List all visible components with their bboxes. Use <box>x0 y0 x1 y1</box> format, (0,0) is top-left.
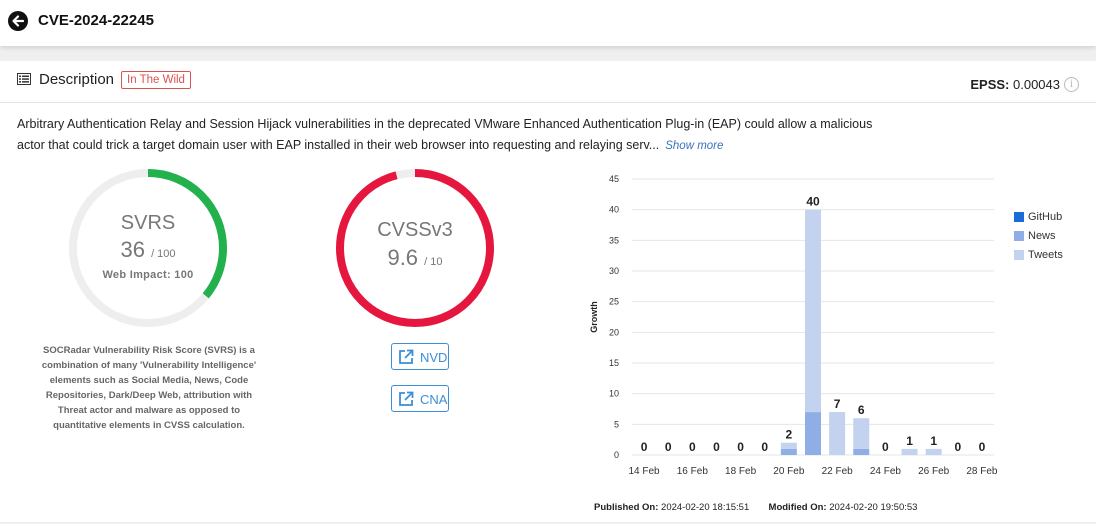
nvd-label: NVD <box>420 350 448 365</box>
svrs-score-value: 36 <box>120 237 145 262</box>
svrs-title: SVRS <box>120 212 176 234</box>
bar-news <box>853 448 870 455</box>
date-info: Published On: 2024-02-20 18:15:51 Modifi… <box>594 502 917 513</box>
web-impact: Web Impact: 100 <box>102 269 194 281</box>
y-tick-label: 45 <box>609 174 619 184</box>
cve-card: Description In The Wild EPSS: 0.00043 i … <box>0 61 1096 522</box>
x-tick-label: 24 Feb <box>870 466 902 477</box>
published-value: 2024-02-20 18:15:51 <box>661 502 750 513</box>
bar-news <box>805 412 821 455</box>
y-tick-label: 30 <box>609 266 619 276</box>
bar-tweets <box>805 209 821 413</box>
legend-item-tweets[interactable]: Tweets <box>1014 249 1063 268</box>
cvss-title: CVSSv3 <box>377 219 453 241</box>
legend-swatch-tweets <box>1014 250 1024 260</box>
cna-link-button[interactable]: CNA <box>391 385 449 412</box>
data-label: 6 <box>858 403 865 417</box>
legend-label-github: GitHub <box>1028 211 1063 223</box>
bar-tweets <box>829 412 846 455</box>
y-tick-label: 40 <box>609 205 619 215</box>
data-label: 1 <box>930 434 937 448</box>
svrs-info-text: SOCRadar Vulnerability Risk Score (SVRS)… <box>41 345 257 431</box>
data-label: 0 <box>761 440 768 454</box>
cvss-score: 9.6 / 10 <box>365 245 465 271</box>
svrs-score: 36 / 100 <box>98 237 198 263</box>
modified-value: 2024-02-20 19:50:53 <box>829 502 918 513</box>
bar-tweets <box>853 418 870 449</box>
bar-tweets <box>925 448 942 455</box>
y-tick-label: 15 <box>609 358 619 368</box>
data-label: 1 <box>906 434 913 448</box>
data-label: 0 <box>737 440 744 454</box>
bar-tweets <box>780 442 797 449</box>
data-label: 0 <box>713 440 720 454</box>
growth-chart: 051015202530354045Growth0 0 0 0 0 02407 60 1 1 0 0… <box>589 174 998 477</box>
data-label: 7 <box>834 397 841 411</box>
legend-label-news: News <box>1028 230 1056 242</box>
x-tick-label: 20 Feb <box>773 466 805 477</box>
legend-swatch-news <box>1014 231 1024 241</box>
data-label: 0 <box>641 440 648 454</box>
modified-label: Modified On: <box>768 502 827 513</box>
data-label: 0 <box>954 440 961 454</box>
y-tick-label: 10 <box>609 389 619 399</box>
svrs-score-max: / 100 <box>151 248 176 260</box>
y-tick-label: 25 <box>609 297 619 307</box>
data-label: 40 <box>806 195 820 209</box>
y-axis-label: Growth <box>589 301 599 333</box>
x-tick-label: 18 Feb <box>725 466 757 477</box>
legend-label-tweets: Tweets <box>1028 249 1063 261</box>
external-link-icon <box>399 349 414 364</box>
x-tick-label: 28 Feb <box>966 466 998 477</box>
legend-item-github[interactable]: GitHub <box>1014 211 1063 230</box>
cvss-score-max: / 10 <box>424 256 443 268</box>
y-tick-label: 5 <box>614 419 619 429</box>
x-tick-label: 22 Feb <box>822 466 854 477</box>
bar-tweets <box>901 448 918 455</box>
y-tick-label: 35 <box>609 235 619 245</box>
data-label: 0 <box>882 440 889 454</box>
data-label: 2 <box>786 428 793 442</box>
page-title: CVE-2024-22245 <box>38 12 154 29</box>
external-link-icon <box>399 391 414 406</box>
bar-news <box>780 448 797 455</box>
y-tick-label: 20 <box>609 327 619 337</box>
cna-label: CNA <box>420 392 448 407</box>
legend-item-news[interactable]: News <box>1014 230 1063 249</box>
x-tick-label: 16 Feb <box>677 466 709 477</box>
x-tick-label: 26 Feb <box>918 466 950 477</box>
data-label: 0 <box>689 440 696 454</box>
nvd-link-button[interactable]: NVD <box>391 343 449 370</box>
top-bar: CVE-2024-22245 <box>0 0 1096 46</box>
x-tick-label: 14 Feb <box>628 466 660 477</box>
cvss-score-value: 9.6 <box>387 245 419 270</box>
back-arrow-icon[interactable] <box>8 11 28 31</box>
published-label: Published On: <box>594 502 659 513</box>
chart-legend: GitHub News Tweets <box>1014 211 1063 268</box>
legend-swatch-github <box>1014 212 1024 222</box>
data-label: 0 <box>665 440 672 454</box>
data-label: 0 <box>979 440 986 454</box>
y-tick-label: 0 <box>614 450 619 460</box>
